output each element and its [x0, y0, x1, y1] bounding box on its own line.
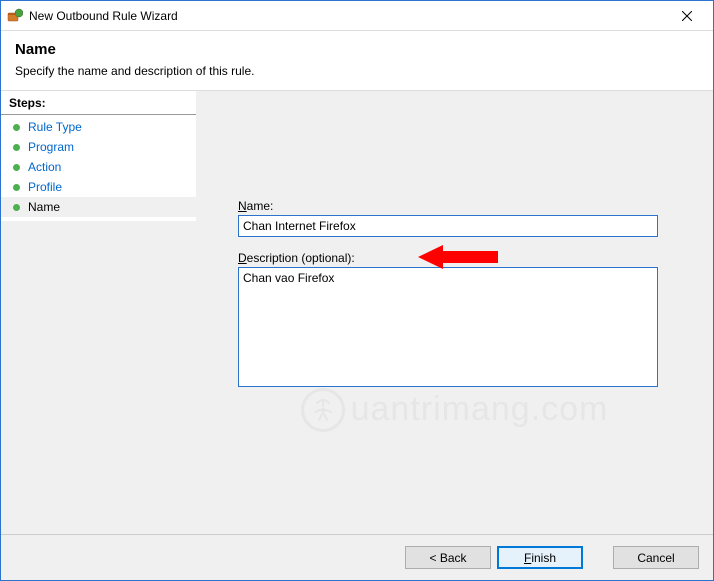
- finish-button[interactable]: Finish: [497, 546, 583, 569]
- step-profile[interactable]: Profile: [1, 177, 196, 197]
- steps-sidebar: Steps: Rule Type Program Action Profile …: [1, 91, 196, 534]
- step-label: Rule Type: [28, 120, 82, 134]
- page-title: Name: [15, 41, 699, 58]
- close-button[interactable]: [667, 2, 707, 30]
- bullet-icon: [13, 124, 20, 131]
- step-name[interactable]: Name: [1, 197, 196, 217]
- app-icon: [7, 8, 23, 24]
- wizard-body: Steps: Rule Type Program Action Profile …: [1, 90, 713, 534]
- step-rule-type[interactable]: Rule Type: [1, 117, 196, 137]
- wizard-header: Name Specify the name and description of…: [1, 31, 713, 90]
- name-input[interactable]: [238, 215, 658, 237]
- main-panel: uantrimang.com Name: Description (option…: [196, 91, 713, 534]
- steps-header: Steps:: [1, 91, 196, 115]
- bullet-icon: [13, 164, 20, 171]
- description-input[interactable]: [238, 267, 658, 387]
- description-field-group: Description (optional):: [238, 251, 683, 390]
- wizard-window: New Outbound Rule Wizard Name Specify th…: [0, 0, 714, 581]
- step-action[interactable]: Action: [1, 157, 196, 177]
- titlebar: New Outbound Rule Wizard: [1, 1, 713, 31]
- bullet-icon: [13, 184, 20, 191]
- window-title: New Outbound Rule Wizard: [29, 9, 178, 23]
- name-field-group: Name:: [238, 199, 683, 237]
- bullet-icon: [13, 204, 20, 211]
- cancel-button[interactable]: Cancel: [613, 546, 699, 569]
- step-label: Name: [28, 200, 60, 214]
- step-label: Profile: [28, 180, 62, 194]
- wizard-footer: < Back Finish Cancel: [1, 534, 713, 580]
- page-subtitle: Specify the name and description of this…: [15, 64, 699, 78]
- sidebar-fill: [1, 221, 196, 534]
- form-area: Name: Description (optional):: [238, 199, 683, 404]
- annotation-arrow-icon: [418, 243, 498, 271]
- step-label: Program: [28, 140, 74, 154]
- bullet-icon: [13, 144, 20, 151]
- step-program[interactable]: Program: [1, 137, 196, 157]
- back-button[interactable]: < Back: [405, 546, 491, 569]
- name-label: Name:: [238, 199, 683, 213]
- step-label: Action: [28, 160, 61, 174]
- close-icon: [682, 11, 692, 21]
